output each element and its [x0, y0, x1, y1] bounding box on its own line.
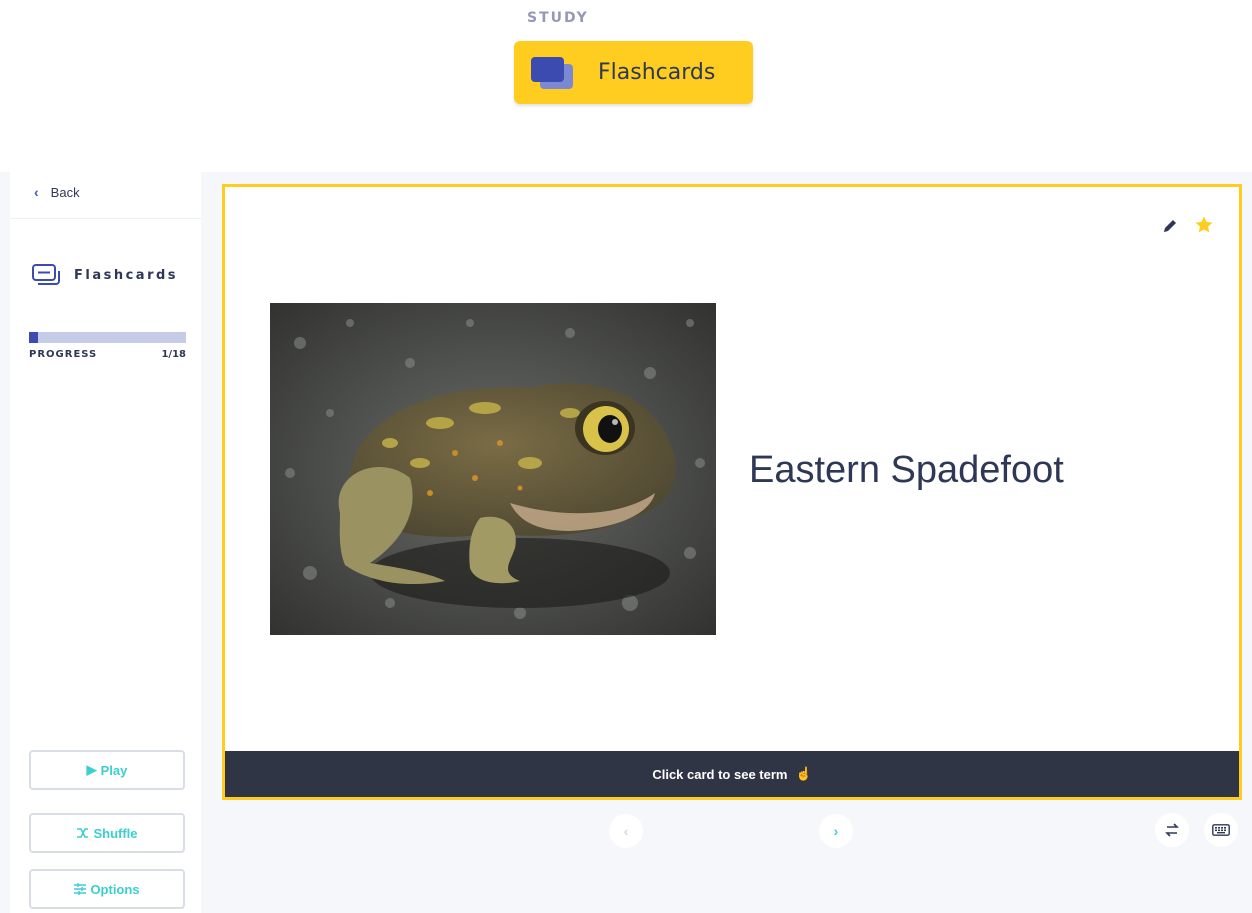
play-button[interactable]: ▶ Play: [29, 750, 185, 790]
next-card-button[interactable]: ›: [819, 814, 853, 848]
play-icon: ▶: [86, 762, 97, 777]
chevron-left-icon: ‹: [623, 823, 629, 839]
shuffle-icon: [77, 828, 89, 838]
flashcards-mode-button[interactable]: Flashcards: [514, 41, 753, 104]
star-icon[interactable]: [1194, 215, 1214, 235]
keyboard-shortcuts-button[interactable]: [1204, 813, 1238, 847]
swap-sides-button[interactable]: [1155, 813, 1189, 847]
options-sliders-icon: [74, 883, 87, 895]
flashcards-icon: [531, 55, 575, 91]
progress-label: PROGRESS: [29, 349, 98, 360]
study-app: ‹ Back Flashcards PROGRESS 1/18 ▶ Play S…: [0, 172, 1252, 913]
progress-fill: [29, 332, 38, 343]
study-label: STUDY: [527, 10, 589, 26]
shuffle-label: Shuffle: [93, 825, 138, 841]
back-link[interactable]: ‹ Back: [34, 184, 80, 200]
pointing-hand-icon: ☝: [795, 766, 812, 781]
sidebar-divider: [10, 218, 201, 219]
flashcards-outline-icon: [32, 264, 60, 285]
pencil-icon[interactable]: [1161, 217, 1179, 235]
spadefoot-toad-image: [270, 303, 716, 635]
back-label: Back: [50, 184, 80, 200]
options-button[interactable]: Options: [29, 869, 185, 909]
shuffle-button[interactable]: Shuffle: [29, 813, 185, 853]
flashcard[interactable]: Eastern Spadefoot Click card to see term…: [222, 184, 1242, 800]
previous-card-button[interactable]: ‹: [609, 814, 643, 848]
sidebar-title-text: Flashcards: [74, 267, 179, 283]
swap-icon: [1165, 823, 1179, 837]
card-hint-text: Click card to see term: [652, 766, 788, 782]
sidebar: ‹ Back Flashcards PROGRESS 1/18 ▶ Play S…: [10, 172, 201, 913]
sidebar-title: Flashcards: [32, 264, 178, 286]
mode-button-label: Flashcards: [598, 60, 716, 85]
progress-count: 1/18: [161, 349, 186, 360]
card-hint-bar: Click card to see term ☝: [225, 751, 1239, 797]
chevron-right-icon: ›: [833, 823, 839, 839]
study-header: STUDY Flashcards: [0, 0, 1252, 172]
chevron-left-icon: ‹: [34, 184, 39, 200]
play-label: Play: [100, 762, 128, 778]
progress-bar: [29, 332, 186, 343]
options-label: Options: [90, 881, 140, 897]
keyboard-icon: [1212, 824, 1230, 836]
card-term: Eastern Spadefoot: [749, 449, 1064, 491]
